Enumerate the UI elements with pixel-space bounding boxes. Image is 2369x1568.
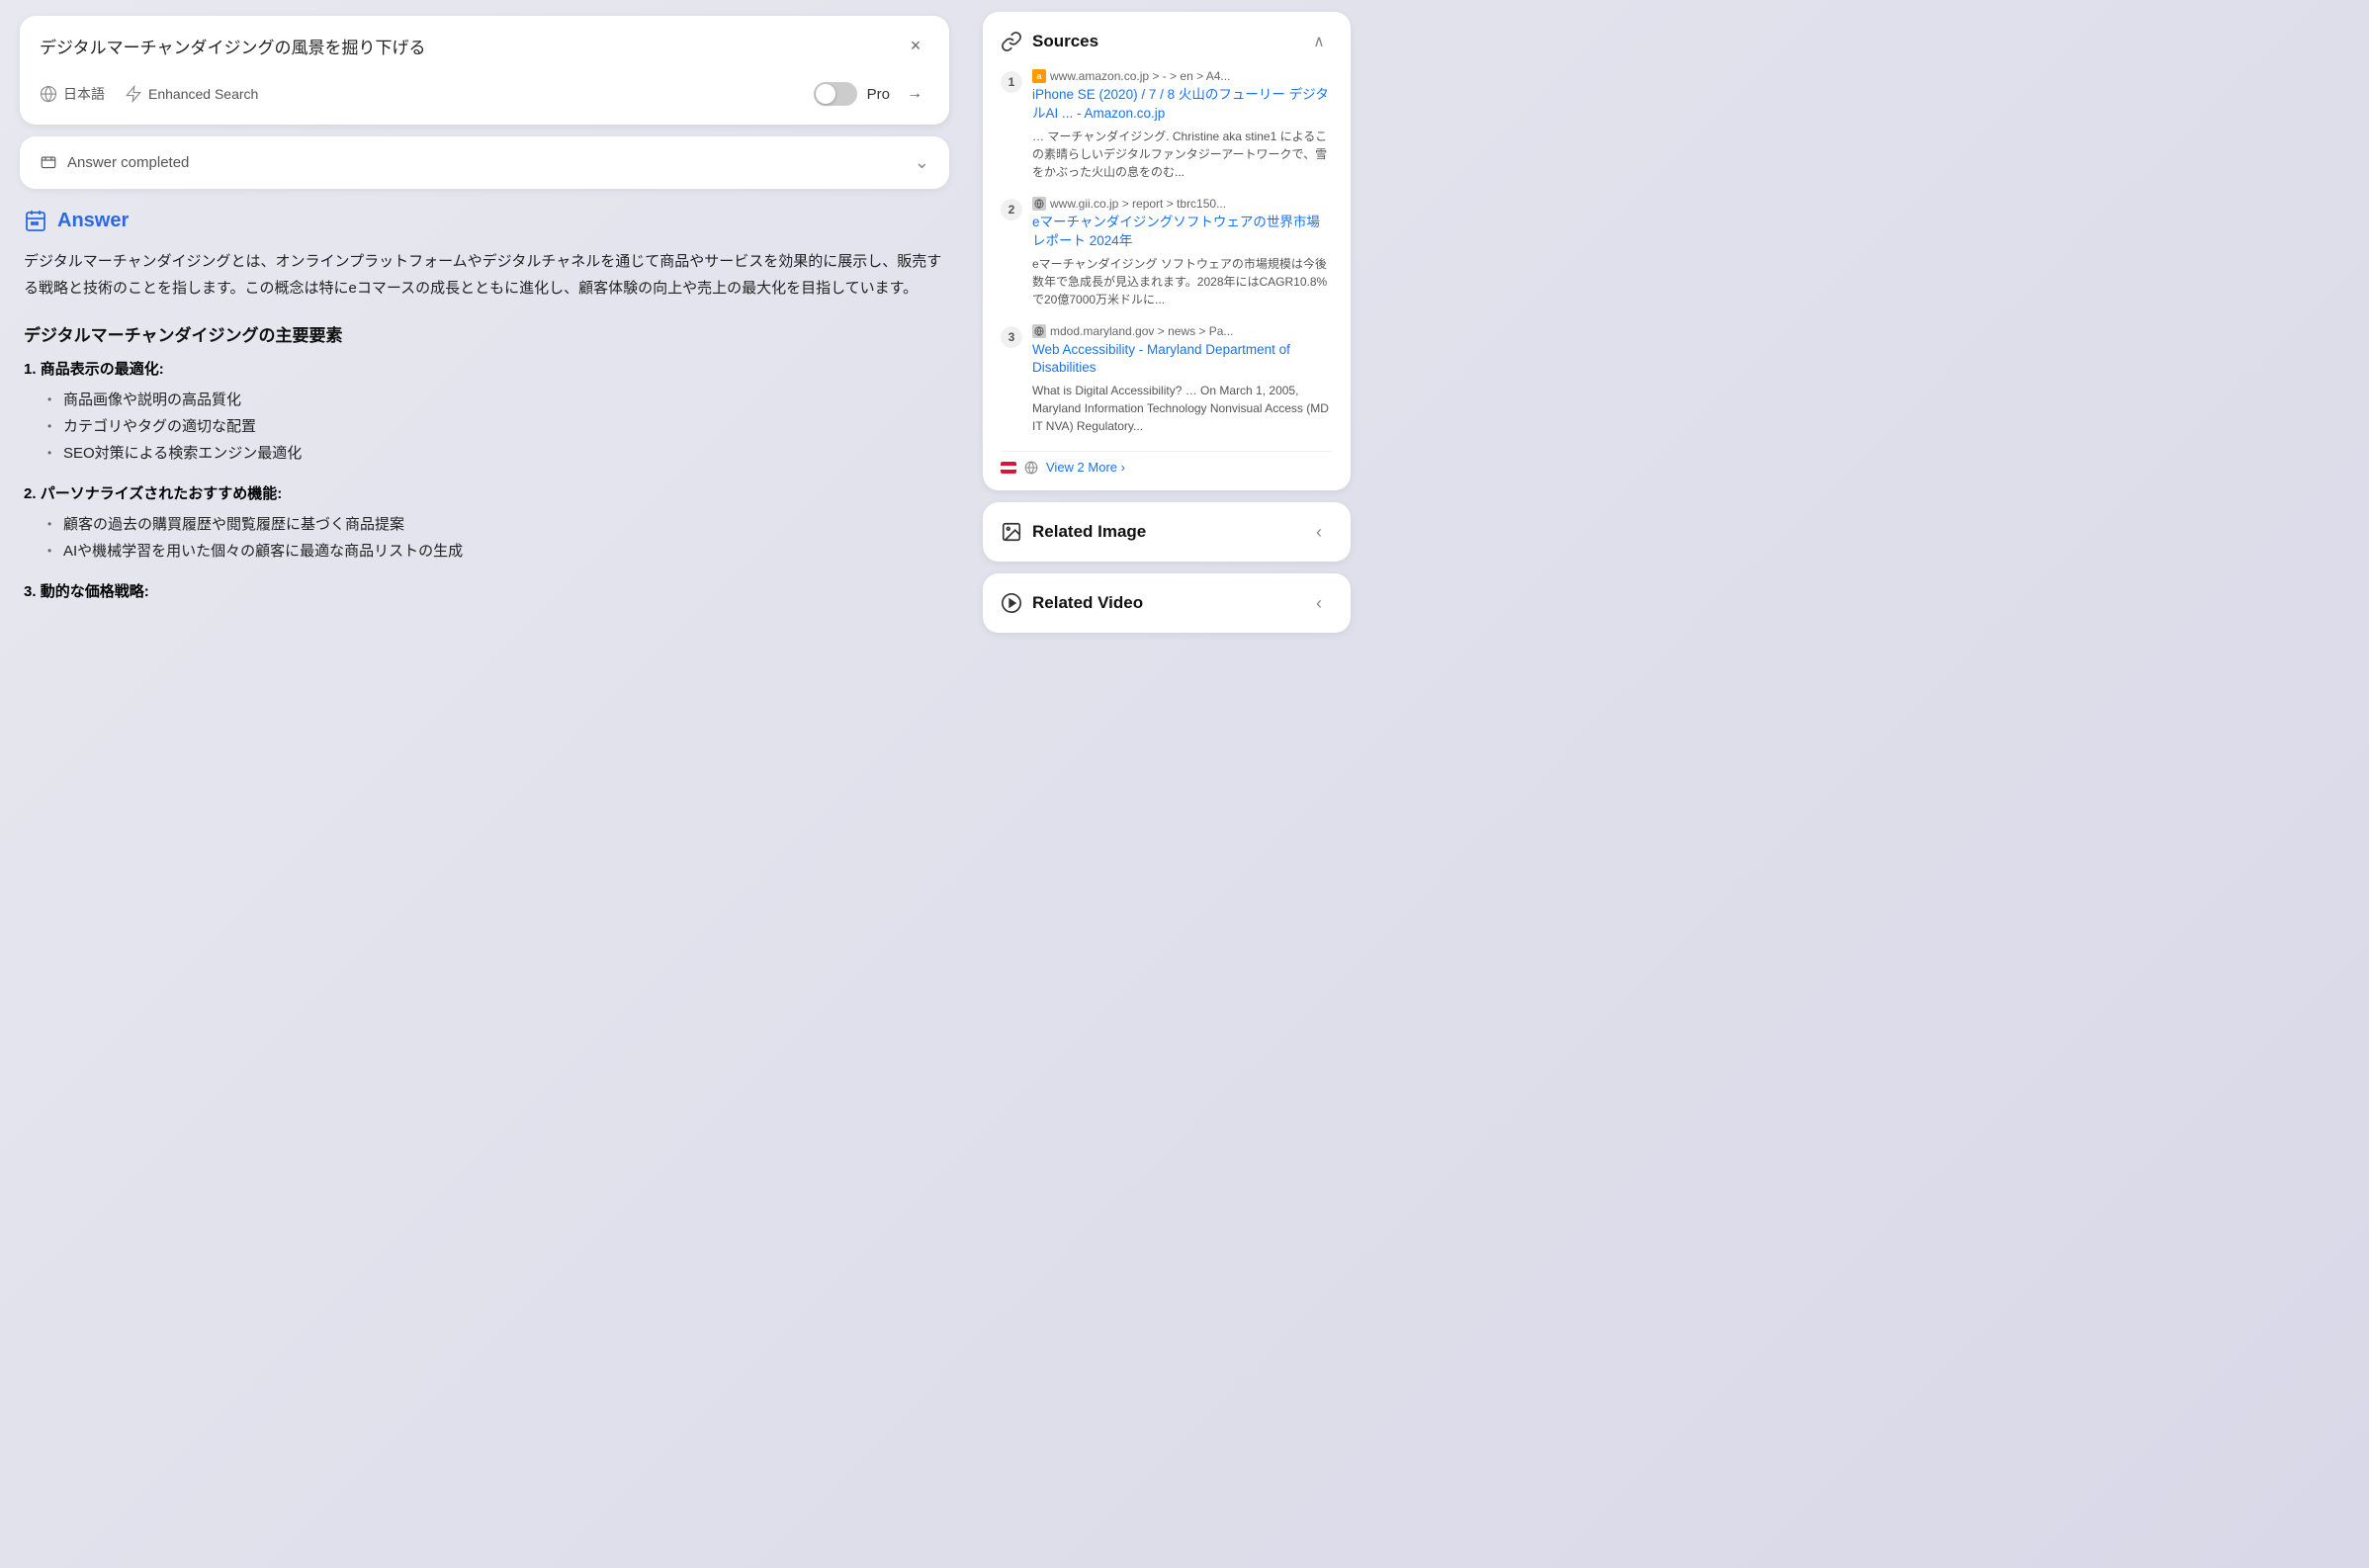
image-icon xyxy=(1001,521,1022,543)
list-item-label: パーソナライズされたおすすめ機能: xyxy=(41,485,283,502)
list-item: 商品表示の最適化: 商品画像や説明の高品質化 カテゴリやタグの適切な配置 SEO… xyxy=(24,358,945,467)
list-item-label: 動的な価格戦略: xyxy=(41,583,149,600)
source-favicon-1: a xyxy=(1032,69,1046,83)
flag-icon xyxy=(1001,462,1016,474)
source-url-text-3: mdod.maryland.gov > news > Pa... xyxy=(1050,324,1233,338)
sources-icon xyxy=(1001,31,1022,52)
answer-completed-label: Answer completed xyxy=(67,154,189,171)
related-video-title: Related Video xyxy=(1001,592,1143,614)
sources-title-text: Sources xyxy=(1032,32,1098,51)
source-item-1: 1 a www.amazon.co.jp > - > en > A4... iP… xyxy=(1001,69,1333,181)
list-item: パーソナライズされたおすすめ機能: 顧客の過去の購買履歴や閲覧履歴に基づく商品提… xyxy=(24,482,945,565)
source-number-3: 3 xyxy=(1001,326,1022,348)
source-url-2: www.gii.co.jp > report > tbrc150... xyxy=(1032,197,1333,211)
view-more-row[interactable]: View 2 More › xyxy=(1001,451,1333,475)
source-content-1: a www.amazon.co.jp > - > en > A4... iPho… xyxy=(1032,69,1333,181)
lightning-icon xyxy=(125,85,142,103)
sidebar: Sources ∧ 1 a www.amazon.co.jp > - > en … xyxy=(969,0,1364,1568)
numbered-list: 商品表示の最適化: 商品画像や説明の高品質化 カテゴリやタグの適切な配置 SEO… xyxy=(24,358,945,601)
language-option[interactable]: 日本語 xyxy=(40,84,105,104)
sources-card: Sources ∧ 1 a www.amazon.co.jp > - > en … xyxy=(983,12,1351,490)
related-image-card: Related Image ‹ xyxy=(983,502,1351,562)
main-content: デジタルマーチャンダイジングの風景を掘り下げる × 日本語 Enhanced S… xyxy=(0,0,969,1568)
source-title-2[interactable]: eマーチャンダイジングソフトウェアの世界市場レポート 2024年 xyxy=(1032,214,1333,251)
source-favicon-2 xyxy=(1032,197,1046,211)
answer-calendar-icon xyxy=(24,209,47,232)
message-icon xyxy=(40,154,57,172)
source-snippet-1: … マーチャンダイジング. Christine aka stine1 によるこの… xyxy=(1032,128,1333,181)
source-title-1[interactable]: iPhone SE (2020) / 7 / 8 火山のフューリー デジタルAI… xyxy=(1032,86,1333,124)
sources-header: Sources ∧ xyxy=(1001,28,1333,55)
language-label: 日本語 xyxy=(63,84,105,104)
answer-section: Answer デジタルマーチャンダイジングとは、オンラインプラットフォームやデジ… xyxy=(20,205,949,633)
source-title-3[interactable]: Web Accessibility - Maryland Department … xyxy=(1032,341,1333,379)
bullet-item: カテゴリやタグの適切な配置 xyxy=(47,413,945,440)
bullet-item: 顧客の過去の購買履歴や閲覧履歴に基づく商品提案 xyxy=(47,511,945,538)
bullet-item: 商品画像や説明の高品質化 xyxy=(47,387,945,413)
search-box: デジタルマーチャンダイジングの風景を掘り下げる × 日本語 Enhanced S… xyxy=(20,16,949,125)
view-more-text[interactable]: View 2 More › xyxy=(1046,460,1125,475)
section-heading: デジタルマーチャンダイジングの主要要素 xyxy=(24,321,945,346)
list-item: 動的な価格戦略: xyxy=(24,580,945,601)
answer-header-box[interactable]: Answer completed ⌄ xyxy=(20,136,949,189)
close-button[interactable]: × xyxy=(902,32,929,59)
source-number-1: 1 xyxy=(1001,71,1022,93)
bullet-item: AIや機械学習を用いた個々の顧客に最適な商品リストの生成 xyxy=(47,538,945,565)
enhanced-search-option[interactable]: Enhanced Search xyxy=(125,85,258,103)
chevron-down-icon: ⌄ xyxy=(915,152,929,173)
search-query-row: デジタルマーチャンダイジングの風景を掘り下げる × xyxy=(40,32,929,59)
search-query-text: デジタルマーチャンダイジングの風景を掘り下げる xyxy=(40,34,426,58)
pro-section: Pro → xyxy=(814,79,929,109)
list-item-label: 商品表示の最適化: xyxy=(41,361,164,378)
answer-header-left: Answer completed xyxy=(40,154,189,172)
source-favicon-3 xyxy=(1032,324,1046,338)
source-url-text-1: www.amazon.co.jp > - > en > A4... xyxy=(1050,69,1230,83)
answer-body: デジタルマーチャンダイジングとは、オンラインプラットフォームやデジタルチャネルを… xyxy=(24,248,945,302)
source-item-3: 3 mdod.maryland.gov > news > Pa... Web A… xyxy=(1001,324,1333,436)
related-video-title-text: Related Video xyxy=(1032,593,1143,613)
source-item-2: 2 www.gii.co.jp > report > tbrc150... eマ… xyxy=(1001,197,1333,308)
globe-small-icon xyxy=(1024,461,1038,475)
source-content-2: www.gii.co.jp > report > tbrc150... eマーチ… xyxy=(1032,197,1333,308)
answer-title: Answer xyxy=(24,209,945,232)
related-video-header: Related Video ‹ xyxy=(1001,589,1333,617)
pro-toggle[interactable] xyxy=(814,82,857,106)
video-icon xyxy=(1001,592,1022,614)
globe-icon xyxy=(40,85,57,103)
answer-title-text: Answer xyxy=(57,210,129,232)
source-number-2: 2 xyxy=(1001,199,1022,220)
related-video-card: Related Video ‹ xyxy=(983,573,1351,633)
related-image-title: Related Image xyxy=(1001,521,1146,543)
sources-collapse-button[interactable]: ∧ xyxy=(1305,28,1333,55)
pro-arrow-button[interactable]: → xyxy=(900,79,929,109)
search-options-row: 日本語 Enhanced Search Pro → xyxy=(40,79,929,109)
source-url-text-2: www.gii.co.jp > report > tbrc150... xyxy=(1050,197,1226,211)
bullet-list: 顧客の過去の購買履歴や閲覧履歴に基づく商品提案 AIや機械学習を用いた個々の顧客… xyxy=(24,511,945,565)
source-content-3: mdod.maryland.gov > news > Pa... Web Acc… xyxy=(1032,324,1333,436)
bullet-list: 商品画像や説明の高品質化 カテゴリやタグの適切な配置 SEO対策による検索エンジ… xyxy=(24,387,945,467)
bullet-item: SEO対策による検索エンジン最適化 xyxy=(47,440,945,467)
sources-title: Sources xyxy=(1001,31,1098,52)
related-video-collapse-button[interactable]: ‹ xyxy=(1305,589,1333,617)
source-snippet-2: eマーチャンダイジング ソフトウェアの市場規模は今後数年で急成長が見込まれます。… xyxy=(1032,255,1333,308)
source-url-3: mdod.maryland.gov > news > Pa... xyxy=(1032,324,1333,338)
related-image-title-text: Related Image xyxy=(1032,522,1146,542)
source-snippet-3: What is Digital Accessibility? … On Marc… xyxy=(1032,382,1333,435)
related-image-collapse-button[interactable]: ‹ xyxy=(1305,518,1333,546)
pro-label: Pro xyxy=(867,86,890,103)
related-image-header: Related Image ‹ xyxy=(1001,518,1333,546)
source-url-1: a www.amazon.co.jp > - > en > A4... xyxy=(1032,69,1333,83)
enhanced-search-label: Enhanced Search xyxy=(148,86,258,102)
